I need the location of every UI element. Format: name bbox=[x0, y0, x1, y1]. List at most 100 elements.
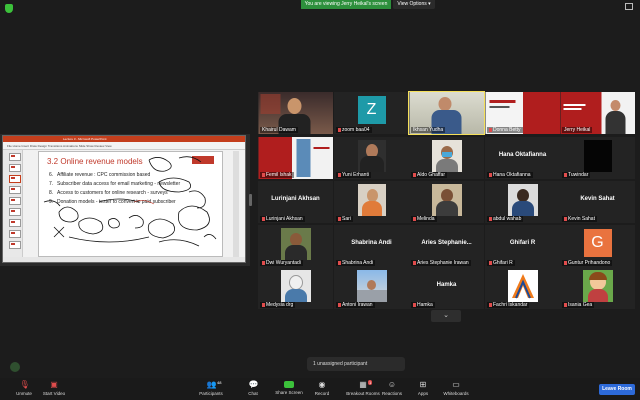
participant-tile[interactable]: Medysia drg bbox=[258, 267, 333, 309]
participants-button[interactable]: 👥 48 Participants bbox=[189, 380, 233, 399]
participant-tile[interactable]: Isania Gea bbox=[560, 267, 635, 309]
split-view-divider-handle[interactable] bbox=[249, 194, 252, 206]
ppt-scrollbar[interactable] bbox=[233, 151, 239, 257]
participant-name: Isania Gea bbox=[562, 302, 595, 308]
participant-name: Ghifari R bbox=[487, 260, 515, 266]
participant-display-name: Hana Oktafianna bbox=[498, 152, 547, 158]
participant-name-text: Medysia drg bbox=[266, 302, 294, 308]
whiteboard-icon: ▭ bbox=[452, 380, 460, 389]
participant-tile[interactable]: Femil Ishak bbox=[258, 137, 333, 179]
participant-logo bbox=[507, 270, 538, 302]
start-video-label: Start Video bbox=[42, 391, 66, 396]
participant-tile[interactable]: Antoni Irawan bbox=[334, 267, 409, 309]
participant-video bbox=[280, 270, 311, 302]
gallery-next-page-button[interactable]: ⌄ bbox=[431, 310, 461, 322]
participant-name-text: Antoni Irawan bbox=[342, 302, 373, 308]
record-label: Record bbox=[314, 391, 330, 396]
ppt-ribbon: File Home Insert Draw Design Transitions… bbox=[3, 142, 245, 150]
participant-name: Ikhsan Yudha bbox=[411, 127, 446, 133]
participant-tile[interactable]: Tuwindar bbox=[560, 137, 635, 179]
muted-mic-icon bbox=[489, 302, 492, 307]
fullscreen-icon[interactable] bbox=[625, 3, 633, 10]
share-screen-icon bbox=[284, 381, 294, 388]
participant-name: Antoni Irawan bbox=[336, 302, 375, 308]
shared-powerpoint-window: Lecture 3 - Microsoft PowerPoint File Ho… bbox=[2, 135, 246, 263]
participants-count: 48 bbox=[217, 380, 222, 385]
participant-tile[interactable]: Hamka Hamka bbox=[409, 267, 484, 309]
view-options-button[interactable]: View Options ▾ bbox=[393, 0, 435, 9]
muted-mic-icon bbox=[413, 172, 416, 177]
participant-name-text: Aldo Ghaffar bbox=[417, 172, 445, 178]
participant-name: Sari bbox=[336, 216, 353, 222]
participant-tile[interactable]: Aldo Ghaffar bbox=[409, 137, 484, 179]
participant-name: Hana Oktafianna bbox=[487, 172, 533, 178]
participant-tile[interactable]: Kevin Sahat Kevin Sahat bbox=[560, 181, 635, 223]
ppt-slide-thumbnails bbox=[3, 150, 23, 260]
participant-tile[interactable]: Khairul Dawam bbox=[258, 92, 333, 134]
participant-tile[interactable]: Ghifari R Ghifari R bbox=[485, 225, 560, 267]
participant-name: Kevin Sahat bbox=[562, 216, 597, 222]
participant-tile[interactable]: Z zoom baa04 bbox=[334, 92, 409, 134]
encryption-shield-icon[interactable] bbox=[5, 4, 13, 13]
participant-name: Shabrina Andi bbox=[336, 260, 376, 266]
participant-name-text: Donna Betty bbox=[493, 127, 521, 133]
muted-mic-icon bbox=[489, 172, 492, 177]
participant-tile[interactable]: Lurinjani Akhsan Lurinjani Akhsan bbox=[258, 181, 333, 223]
participant-tile[interactable]: Aries Stephanie... Aries Stephanie Irawa… bbox=[409, 225, 484, 267]
slide-thumbnail bbox=[9, 153, 21, 161]
muted-mic-icon bbox=[262, 216, 265, 221]
participant-name-text: Yuni Erhanti bbox=[342, 172, 369, 178]
audio-status-icon[interactable] bbox=[10, 362, 20, 372]
participant-name: Melinda bbox=[411, 216, 437, 222]
participant-tile[interactable]: abdul wahab bbox=[485, 181, 560, 223]
participants-label: Participants bbox=[199, 391, 223, 396]
slide-thumbnail bbox=[9, 219, 21, 227]
participant-avatar-cartoon bbox=[582, 270, 613, 302]
ppt-status-bar bbox=[3, 257, 245, 262]
participant-name: Jerry Heikal bbox=[562, 127, 593, 133]
participant-tile[interactable]: Sari bbox=[334, 181, 409, 223]
slide-thumbnail bbox=[9, 230, 21, 238]
participant-display-name: Kevin Sahat bbox=[580, 196, 615, 202]
apps-icon: ⊞ bbox=[419, 380, 427, 389]
slide-thumbnail bbox=[9, 175, 21, 183]
participant-tile[interactable]: Donna Betty bbox=[485, 92, 560, 134]
participant-video bbox=[431, 184, 462, 216]
muted-mic-icon bbox=[262, 302, 265, 307]
muted-mic-icon bbox=[564, 260, 567, 265]
participant-name-text: Fachri Iskandar bbox=[493, 302, 528, 308]
whiteboards-button[interactable]: ▭ Whiteboards bbox=[434, 381, 478, 399]
participant-name-text: Hamka bbox=[417, 302, 433, 308]
view-options-label: View Options bbox=[397, 1, 427, 7]
participant-tile-active-speaker[interactable]: Ikhsan Yudha bbox=[408, 91, 485, 135]
participant-tile[interactable]: G Guntur Prihandono bbox=[560, 225, 635, 267]
participant-name: Hamka bbox=[411, 302, 435, 308]
participant-name: Fachri Iskandar bbox=[487, 302, 530, 308]
participant-tile[interactable]: Melinda bbox=[409, 181, 484, 223]
participant-avatar: Z bbox=[357, 96, 386, 124]
muted-mic-icon bbox=[564, 302, 567, 307]
handwritten-annotations bbox=[43, 156, 217, 247]
leave-room-button[interactable]: Leave Room bbox=[599, 384, 635, 395]
muted-mic-icon bbox=[262, 260, 265, 265]
muted-mic-icon bbox=[262, 172, 265, 177]
participant-tile[interactable]: Hana Oktafianna Hana Oktafianna bbox=[485, 137, 560, 179]
start-video-button[interactable]: ▣ Start Video bbox=[32, 381, 76, 399]
participant-name: Tuwindar bbox=[562, 172, 591, 178]
slide-thumbnail bbox=[9, 241, 21, 249]
participant-tile[interactable]: Jerry Heikal bbox=[560, 92, 635, 134]
participant-name-text: Dwi Wuryantadi bbox=[266, 260, 301, 266]
muted-mic-icon bbox=[564, 216, 567, 221]
participant-tile[interactable]: Fachri Iskandar bbox=[485, 267, 560, 309]
participant-name-text: Guntur Prihandono bbox=[568, 260, 611, 266]
company-logo-icon bbox=[511, 274, 534, 299]
participant-name: zoom baa04 bbox=[336, 127, 372, 133]
participant-tile[interactable]: Shabrina Andi Shabrina Andi bbox=[334, 225, 409, 267]
participant-display-name: Hamka bbox=[436, 282, 457, 288]
participant-name-text: Kevin Sahat bbox=[568, 216, 595, 222]
participant-tile[interactable]: Yuni Erhanti bbox=[334, 137, 409, 179]
participant-tile[interactable]: Dwi Wuryantadi bbox=[258, 225, 333, 267]
muted-mic-icon bbox=[489, 127, 492, 132]
muted-mic-icon bbox=[564, 172, 567, 177]
record-button[interactable]: ◉ Record bbox=[300, 381, 344, 399]
